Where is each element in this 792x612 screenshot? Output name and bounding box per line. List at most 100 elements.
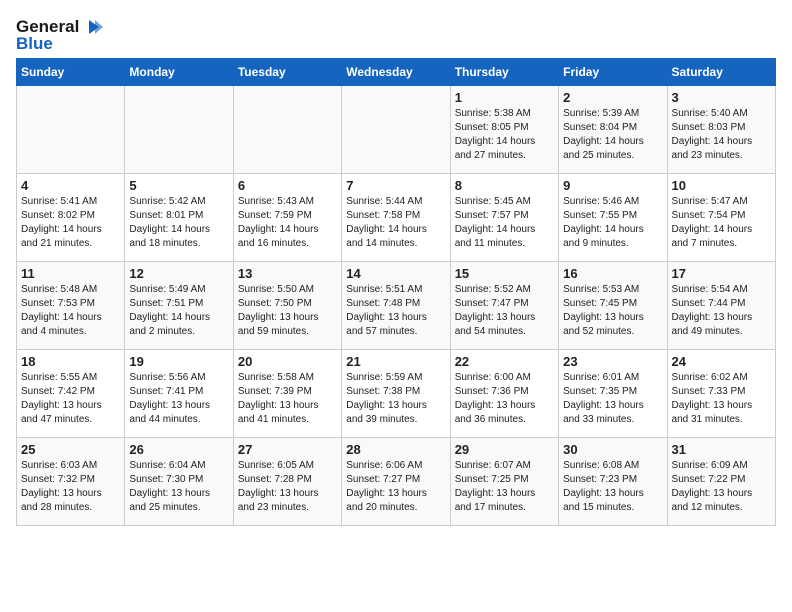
col-header-tuesday: Tuesday (233, 59, 341, 86)
day-number: 18 (21, 354, 120, 369)
day-number: 31 (672, 442, 771, 457)
day-info: Sunrise: 5:59 AM Sunset: 7:38 PM Dayligh… (346, 371, 445, 427)
day-number: 1 (455, 90, 554, 105)
day-cell (342, 86, 450, 174)
day-info: Sunrise: 5:55 AM Sunset: 7:42 PM Dayligh… (21, 371, 120, 427)
day-cell: 7 Sunrise: 5:44 AM Sunset: 7:58 PM Daylig… (342, 174, 450, 262)
week-row-5: 25 Sunrise: 6:03 AM Sunset: 7:32 PM Dayli… (17, 438, 776, 526)
day-info: Sunrise: 5:50 AM Sunset: 7:50 PM Dayligh… (238, 283, 337, 339)
day-cell: 11 Sunrise: 5:48 AM Sunset: 7:53 PM Dayli… (17, 262, 125, 350)
day-number: 24 (672, 354, 771, 369)
day-info: Sunrise: 5:54 AM Sunset: 7:44 PM Dayligh… (672, 283, 771, 339)
day-cell: 12 Sunrise: 5:49 AM Sunset: 7:51 PM Dayli… (125, 262, 233, 350)
day-info: Sunrise: 6:09 AM Sunset: 7:22 PM Dayligh… (672, 459, 771, 515)
day-cell (125, 86, 233, 174)
day-info: Sunrise: 5:43 AM Sunset: 7:59 PM Dayligh… (238, 195, 337, 251)
col-header-friday: Friday (559, 59, 667, 86)
day-info: Sunrise: 5:45 AM Sunset: 7:57 PM Dayligh… (455, 195, 554, 251)
day-info: Sunrise: 5:40 AM Sunset: 8:03 PM Dayligh… (672, 107, 771, 163)
calendar-table: SundayMondayTuesdayWednesdayThursdayFrid… (16, 58, 776, 526)
day-info: Sunrise: 5:49 AM Sunset: 7:51 PM Dayligh… (129, 283, 228, 339)
day-info: Sunrise: 5:53 AM Sunset: 7:45 PM Dayligh… (563, 283, 662, 339)
day-info: Sunrise: 6:05 AM Sunset: 7:28 PM Dayligh… (238, 459, 337, 515)
day-cell: 18 Sunrise: 5:55 AM Sunset: 7:42 PM Dayli… (17, 350, 125, 438)
day-info: Sunrise: 5:51 AM Sunset: 7:48 PM Dayligh… (346, 283, 445, 339)
day-number: 12 (129, 266, 228, 281)
logo: General Blue (16, 16, 103, 54)
day-number: 25 (21, 442, 120, 457)
day-number: 7 (346, 178, 445, 193)
day-info: Sunrise: 5:44 AM Sunset: 7:58 PM Dayligh… (346, 195, 445, 251)
day-number: 6 (238, 178, 337, 193)
header: General Blue (16, 16, 776, 54)
col-header-wednesday: Wednesday (342, 59, 450, 86)
day-info: Sunrise: 6:06 AM Sunset: 7:27 PM Dayligh… (346, 459, 445, 515)
day-number: 8 (455, 178, 554, 193)
day-info: Sunrise: 5:48 AM Sunset: 7:53 PM Dayligh… (21, 283, 120, 339)
day-cell: 3 Sunrise: 5:40 AM Sunset: 8:03 PM Daylig… (667, 86, 775, 174)
day-number: 11 (21, 266, 120, 281)
day-number: 21 (346, 354, 445, 369)
day-cell: 8 Sunrise: 5:45 AM Sunset: 7:57 PM Daylig… (450, 174, 558, 262)
day-cell: 9Sunrise: 5:46 AM Sunset: 7:55 PM Daylig… (559, 174, 667, 262)
day-number: 13 (238, 266, 337, 281)
day-number: 26 (129, 442, 228, 457)
day-number: 5 (129, 178, 228, 193)
day-number: 2 (563, 90, 662, 105)
day-number: 15 (455, 266, 554, 281)
day-info: Sunrise: 6:07 AM Sunset: 7:25 PM Dayligh… (455, 459, 554, 515)
day-cell: 19Sunrise: 5:56 AM Sunset: 7:41 PM Dayli… (125, 350, 233, 438)
day-cell: 20 Sunrise: 5:58 AM Sunset: 7:39 PM Dayli… (233, 350, 341, 438)
day-cell: 4 Sunrise: 5:41 AM Sunset: 8:02 PM Daylig… (17, 174, 125, 262)
day-number: 9 (563, 178, 662, 193)
col-header-monday: Monday (125, 59, 233, 86)
logo-graphic: General Blue (16, 16, 103, 54)
day-cell: 30 Sunrise: 6:08 AM Sunset: 7:23 PM Dayli… (559, 438, 667, 526)
day-info: Sunrise: 5:56 AM Sunset: 7:41 PM Dayligh… (129, 371, 228, 427)
day-info: Sunrise: 6:03 AM Sunset: 7:32 PM Dayligh… (21, 459, 120, 515)
week-row-2: 4 Sunrise: 5:41 AM Sunset: 8:02 PM Daylig… (17, 174, 776, 262)
day-number: 27 (238, 442, 337, 457)
day-cell (17, 86, 125, 174)
day-info: Sunrise: 6:04 AM Sunset: 7:30 PM Dayligh… (129, 459, 228, 515)
logo-arrow-icon (81, 16, 103, 38)
day-cell: 17Sunrise: 5:54 AM Sunset: 7:44 PM Dayli… (667, 262, 775, 350)
day-cell: 5 Sunrise: 5:42 AM Sunset: 8:01 PM Daylig… (125, 174, 233, 262)
day-cell: 2 Sunrise: 5:39 AM Sunset: 8:04 PM Daylig… (559, 86, 667, 174)
day-cell: 29Sunrise: 6:07 AM Sunset: 7:25 PM Dayli… (450, 438, 558, 526)
day-info: Sunrise: 5:39 AM Sunset: 8:04 PM Dayligh… (563, 107, 662, 163)
day-cell: 25 Sunrise: 6:03 AM Sunset: 7:32 PM Dayli… (17, 438, 125, 526)
day-number: 20 (238, 354, 337, 369)
day-info: Sunrise: 6:08 AM Sunset: 7:23 PM Dayligh… (563, 459, 662, 515)
day-info: Sunrise: 5:38 AM Sunset: 8:05 PM Dayligh… (455, 107, 554, 163)
day-cell: 28Sunrise: 6:06 AM Sunset: 7:27 PM Dayli… (342, 438, 450, 526)
day-cell: 10 Sunrise: 5:47 AM Sunset: 7:54 PM Dayli… (667, 174, 775, 262)
day-info: Sunrise: 5:41 AM Sunset: 8:02 PM Dayligh… (21, 195, 120, 251)
week-row-3: 11 Sunrise: 5:48 AM Sunset: 7:53 PM Dayli… (17, 262, 776, 350)
day-cell (233, 86, 341, 174)
day-info: Sunrise: 5:47 AM Sunset: 7:54 PM Dayligh… (672, 195, 771, 251)
day-number: 22 (455, 354, 554, 369)
day-cell: 26 Sunrise: 6:04 AM Sunset: 7:30 PM Dayli… (125, 438, 233, 526)
col-header-sunday: Sunday (17, 59, 125, 86)
day-number: 14 (346, 266, 445, 281)
day-cell: 24 Sunrise: 6:02 AM Sunset: 7:33 PM Dayli… (667, 350, 775, 438)
day-cell: 21 Sunrise: 5:59 AM Sunset: 7:38 PM Dayli… (342, 350, 450, 438)
day-info: Sunrise: 5:42 AM Sunset: 8:01 PM Dayligh… (129, 195, 228, 251)
day-info: Sunrise: 5:58 AM Sunset: 7:39 PM Dayligh… (238, 371, 337, 427)
day-cell: 6 Sunrise: 5:43 AM Sunset: 7:59 PM Daylig… (233, 174, 341, 262)
day-number: 10 (672, 178, 771, 193)
day-cell: 15 Sunrise: 5:52 AM Sunset: 7:47 PM Dayli… (450, 262, 558, 350)
day-number: 30 (563, 442, 662, 457)
day-info: Sunrise: 5:52 AM Sunset: 7:47 PM Dayligh… (455, 283, 554, 339)
day-info: Sunrise: 6:01 AM Sunset: 7:35 PM Dayligh… (563, 371, 662, 427)
day-number: 4 (21, 178, 120, 193)
day-cell: 22Sunrise: 6:00 AM Sunset: 7:36 PM Dayli… (450, 350, 558, 438)
day-info: Sunrise: 6:02 AM Sunset: 7:33 PM Dayligh… (672, 371, 771, 427)
day-number: 16 (563, 266, 662, 281)
col-header-thursday: Thursday (450, 59, 558, 86)
week-row-1: 1 Sunrise: 5:38 AM Sunset: 8:05 PM Daylig… (17, 86, 776, 174)
day-number: 23 (563, 354, 662, 369)
header-row: SundayMondayTuesdayWednesdayThursdayFrid… (17, 59, 776, 86)
day-number: 3 (672, 90, 771, 105)
